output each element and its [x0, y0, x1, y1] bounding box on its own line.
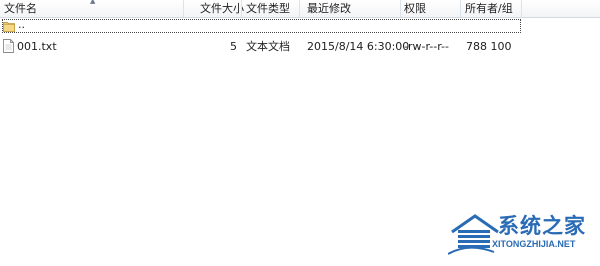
sort-ascending-icon: ▲ — [90, 0, 96, 5]
text-file-icon — [3, 39, 14, 53]
column-divider[interactable] — [183, 0, 184, 17]
list-item-file[interactable]: 001.txt 5 文本文档 2015/8/14 6:30:00 -rw-r--… — [0, 38, 600, 55]
house-logo-icon — [448, 214, 499, 255]
file-owner-group: 788 100 — [466, 40, 512, 53]
column-header-modified[interactable]: 最近修改 — [303, 0, 400, 17]
column-header-owner-group[interactable]: 所有者/组 — [461, 0, 521, 17]
list-item-parent-directory[interactable]: .. — [0, 18, 600, 35]
file-size: 5 — [230, 40, 237, 53]
column-header-type-label: 文件类型 — [246, 2, 290, 15]
column-header-owner-group-label: 所有者/组 — [465, 2, 513, 15]
folder-icon — [3, 22, 15, 32]
file-modified: 2015/8/14 6:30:00 — [307, 40, 410, 53]
file-name: 001.txt — [17, 40, 57, 53]
column-header-name-label: 文件名 — [4, 2, 37, 15]
column-header-bar: 文件名 ▲ 文件大小 文件类型 最近修改 权限 所有者/组 — [0, 0, 600, 18]
column-header-size-label: 文件大小 — [200, 2, 244, 15]
column-header-permissions-label: 权限 — [404, 2, 426, 15]
column-divider[interactable] — [521, 0, 522, 17]
column-divider[interactable] — [299, 0, 300, 17]
watermark-subtitle: XITONGZHIJIA.NET — [492, 239, 576, 249]
watermark: 系统之家 XITONGZHIJIA.NET — [440, 206, 600, 266]
watermark-title: 系统之家 — [498, 214, 586, 238]
file-permissions: -rw-r--r-- — [404, 40, 449, 53]
column-header-modified-label: 最近修改 — [307, 2, 351, 15]
focus-rectangle — [2, 19, 521, 33]
file-name: .. — [18, 18, 25, 31]
column-header-size[interactable]: 文件大小 — [196, 0, 244, 17]
column-header-permissions[interactable]: 权限 — [400, 0, 460, 17]
file-type: 文本文档 — [246, 40, 290, 53]
column-header-type[interactable]: 文件类型 — [242, 0, 299, 17]
